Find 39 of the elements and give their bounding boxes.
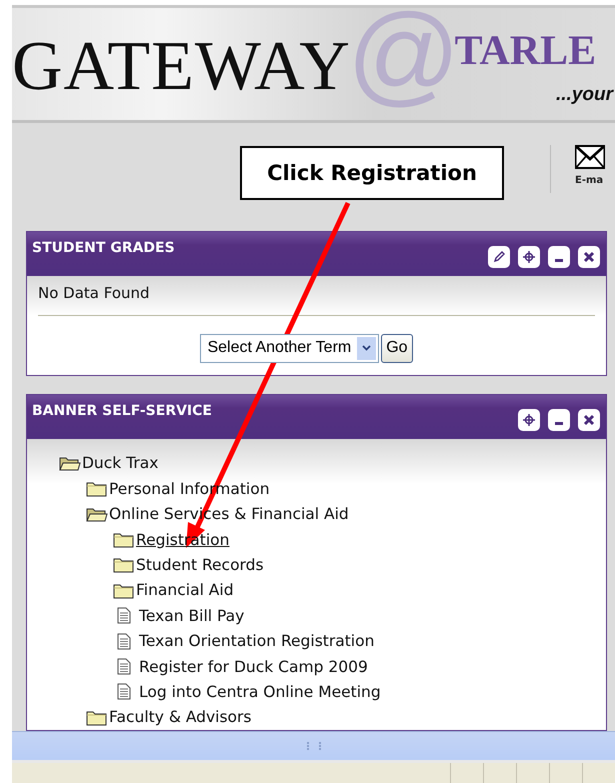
minimize-icon — [555, 259, 563, 262]
crosshair-icon — [523, 414, 535, 426]
tagline: ...your — [556, 84, 613, 106]
logo-text: GATEWAY — [12, 32, 351, 102]
minimize-icon — [555, 422, 563, 426]
minimize-button[interactable] — [548, 246, 570, 268]
locate-button[interactable] — [518, 408, 540, 431]
minimize-button[interactable] — [548, 408, 570, 431]
callout-box: Click Registration — [240, 146, 504, 200]
document-icon — [117, 683, 131, 700]
tree-link[interactable]: Register for Duck Camp 2009 — [139, 658, 368, 676]
close-button[interactable] — [578, 246, 600, 268]
panel-title: STUDENT GRADES — [32, 240, 175, 258]
email-label: E-ma — [575, 175, 604, 186]
email-link[interactable]: E-ma — [575, 145, 607, 186]
tree-link[interactable]: Log into Centra Online Meeting — [139, 682, 381, 701]
panel-title: BANNER SELF-SERVICE — [32, 402, 212, 421]
document-icon — [117, 658, 131, 676]
document-icon — [117, 632, 131, 650]
chevron-down-icon — [362, 345, 372, 352]
tree-link[interactable]: Faculty & Advisors — [109, 708, 252, 726]
close-icon — [583, 414, 595, 426]
tree-link[interactable]: Financial Aid — [136, 581, 234, 600]
tree-link[interactable]: Student Records — [136, 556, 264, 574]
tree-link[interactable]: Texan Bill Pay — [139, 606, 244, 625]
pencil-icon — [493, 250, 505, 263]
horizontal-scrollbar[interactable] — [12, 731, 615, 763]
edit-button[interactable] — [488, 246, 510, 268]
close-icon — [583, 250, 595, 263]
tree-link[interactable]: Texan Orientation Registration — [139, 632, 374, 650]
go-button[interactable]: Go — [381, 334, 413, 363]
close-button[interactable] — [578, 408, 600, 431]
no-data-message: No Data Found — [38, 284, 151, 302]
document-icon — [117, 607, 131, 624]
crosshair-icon — [523, 250, 535, 263]
envelope-icon — [575, 145, 605, 169]
locate-button[interactable] — [518, 246, 540, 268]
term-dropdown[interactable]: Select Another Term — [200, 334, 380, 363]
tree-link[interactable]: Duck Trax — [82, 454, 158, 472]
